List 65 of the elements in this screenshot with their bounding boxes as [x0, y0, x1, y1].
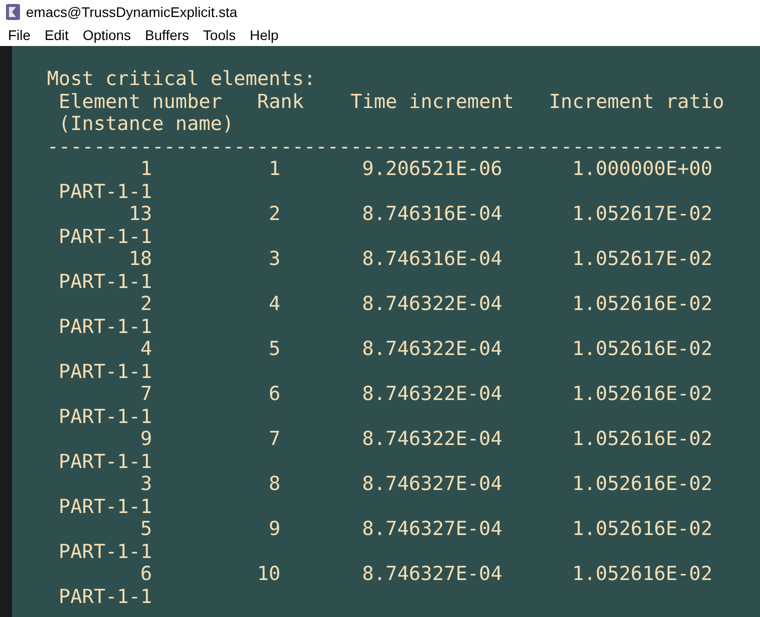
table-cell-text: 9	[268, 518, 280, 540]
table-cell-text: 8.746327E-04	[361, 563, 502, 586]
table-cell-text: 1.052616E-02	[571, 383, 712, 406]
table-cell-text: 8.746322E-04	[361, 383, 502, 406]
table-cell-text: 2	[139, 293, 152, 316]
column-header: Increment ratio	[549, 90, 724, 113]
table-cell-text: 1	[139, 158, 152, 180]
table-cell: PART-1-1	[58, 586, 152, 608]
table-cell-text: 1.052617E-02	[571, 203, 712, 226]
table-cell-text: 1.052616E-02	[571, 563, 712, 586]
column-header: Element number	[58, 90, 222, 113]
table-cell-text: 8.746327E-04	[361, 473, 502, 496]
menu-item[interactable]: File	[8, 24, 31, 46]
table-cell-text: 3	[139, 473, 152, 496]
table-cell: PART-1-1	[58, 406, 152, 428]
column-subheader: (Instance name)	[58, 113, 234, 136]
table-cell-text: 1.052616E-02	[571, 428, 712, 450]
table-cell-text: 1.052616E-02	[571, 338, 712, 360]
table-cell-text: 1.052616E-02	[571, 473, 712, 496]
table-cell-text: 8.746327E-04	[361, 518, 502, 540]
window-title: emacs@TrussDynamicExplicit.sta	[26, 2, 238, 22]
table-cell-text: 5	[139, 518, 152, 540]
table-cell-text: 4	[139, 338, 152, 360]
table-cell-text: 4	[268, 293, 280, 316]
table-cell-text: 9.206521E-06	[361, 158, 502, 180]
table-cell-text: 1.052616E-02	[571, 518, 712, 540]
table-cell-text: 10	[256, 563, 280, 586]
table-cell-text: 1	[268, 158, 280, 180]
table-cell: PART-1-1	[58, 226, 152, 248]
table-cell-text: 5	[268, 338, 280, 360]
table-cell-text: 1.052617E-02	[571, 248, 712, 270]
table-cell: PART-1-1	[58, 496, 152, 518]
section-heading: Most critical elements:	[47, 68, 316, 90]
table-cell: PART-1-1	[58, 540, 152, 563]
table-cell-text: 18	[128, 248, 152, 270]
menu-item[interactable]: Options	[82, 24, 131, 46]
table-cell: PART-1-1	[58, 270, 152, 293]
table-cell-text: 1.000000E+00	[571, 158, 712, 180]
table-cell: PART-1-1	[58, 450, 152, 473]
table-cell-text: 9	[139, 428, 152, 450]
table-cell-text: 7	[139, 383, 152, 406]
table-cell-text: 2	[268, 203, 280, 226]
app-icon	[6, 4, 20, 20]
table-cell: PART-1-1	[58, 316, 152, 338]
menu-item[interactable]: Help	[250, 24, 279, 46]
menu-item[interactable]: Buffers	[144, 24, 190, 46]
table-cell-text: 7	[268, 428, 280, 450]
table-cell-text: 8.746322E-04	[361, 338, 502, 360]
table-cell-text: 8.746322E-04	[361, 428, 502, 450]
column-header: Time increment	[350, 90, 514, 113]
table-cell-text: 8.746316E-04	[361, 248, 502, 270]
table-cell-text: 8.746322E-04	[361, 293, 502, 316]
separator-line: ----------------------------------------------------------	[47, 136, 724, 158]
table-cell-text: 8	[268, 473, 280, 496]
table-cell: PART-1-1	[58, 360, 152, 383]
table-cell-text: 8.746316E-04	[361, 203, 502, 226]
table-cell-text: 1.052616E-02	[571, 293, 712, 316]
table-cell-text: 6	[268, 383, 280, 406]
table-cell-text: 13	[128, 203, 152, 226]
column-header: Rank	[257, 90, 304, 113]
table-cell-text: 3	[268, 248, 280, 270]
table-cell: PART-1-1	[58, 180, 152, 203]
table-cell-text: 6	[139, 563, 152, 586]
menu-item[interactable]: Tools	[203, 24, 236, 46]
menu-item[interactable]: Edit	[44, 24, 69, 46]
